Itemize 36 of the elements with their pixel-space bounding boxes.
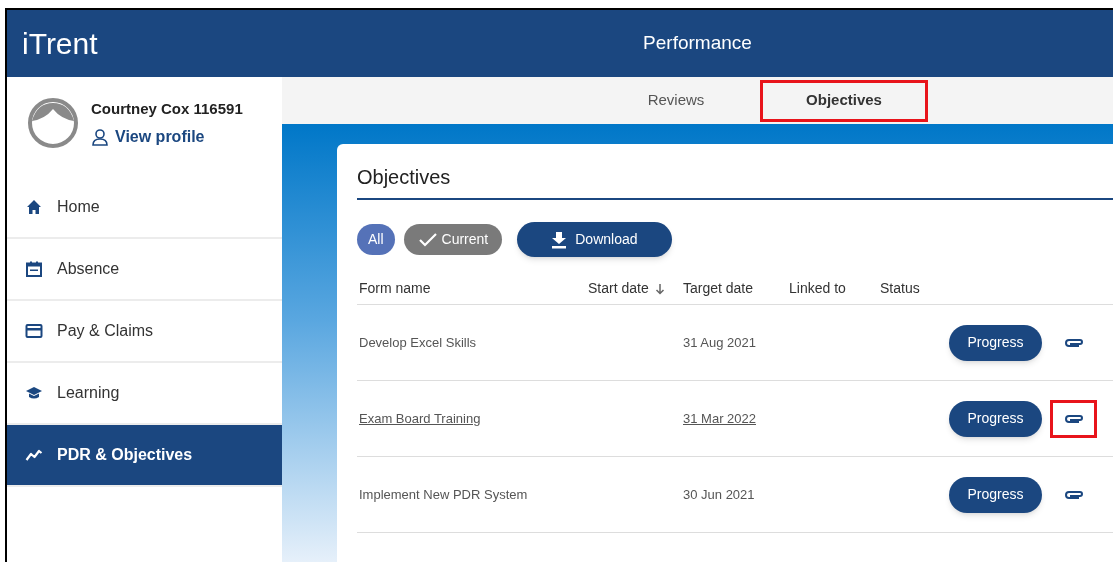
column-header[interactable]: Form name — [357, 278, 586, 299]
target-date: 31 Aug 2021 — [682, 333, 758, 352]
paperclip-icon — [1062, 488, 1085, 501]
user-name: Courtney Cox 116591 — [91, 99, 243, 119]
page-title: Performance — [642, 31, 753, 56]
paperclip-icon — [1062, 336, 1085, 349]
paperclip-icon — [1062, 412, 1085, 425]
attachment-button[interactable] — [1050, 399, 1097, 438]
download-icon — [551, 230, 568, 249]
tab[interactable]: Objectives — [760, 79, 928, 122]
progress-button[interactable]: Progress — [949, 400, 1042, 437]
view-profile-link[interactable]: View profile — [91, 124, 243, 149]
column-header[interactable]: Linked to — [787, 278, 878, 299]
tab[interactable]: Reviews — [592, 79, 760, 122]
form-name: Develop Excel Skills — [358, 333, 478, 352]
form-name: Implement New PDR System — [358, 485, 529, 504]
filter-chip[interactable]: Current — [403, 224, 503, 255]
form-name-link[interactable]: Exam Board Training — [357, 408, 681, 429]
credit-card-icon — [25, 322, 43, 340]
target-date: 31 Mar 2022 — [682, 409, 757, 428]
download-button[interactable]: Download — [517, 222, 672, 257]
target-date: 30 Jun 2021 — [682, 485, 756, 504]
progress-button[interactable]: Progress — [949, 476, 1042, 513]
filter-chip[interactable]: All — [357, 224, 395, 255]
column-header[interactable]: Target date — [681, 278, 787, 299]
column-header[interactable]: Start date — [586, 278, 681, 299]
avatar-icon — [27, 97, 79, 149]
home-icon — [25, 198, 43, 216]
column-header[interactable]: Status — [878, 278, 958, 299]
app-logo: iTrent — [21, 26, 99, 62]
nav-item[interactable]: PDR & Objectives — [7, 425, 282, 487]
person-icon — [91, 127, 109, 146]
progress-button[interactable]: Progress — [949, 324, 1042, 361]
check-icon — [417, 231, 438, 248]
card-title: Objectives — [357, 162, 1113, 200]
calendar-icon — [25, 260, 43, 278]
